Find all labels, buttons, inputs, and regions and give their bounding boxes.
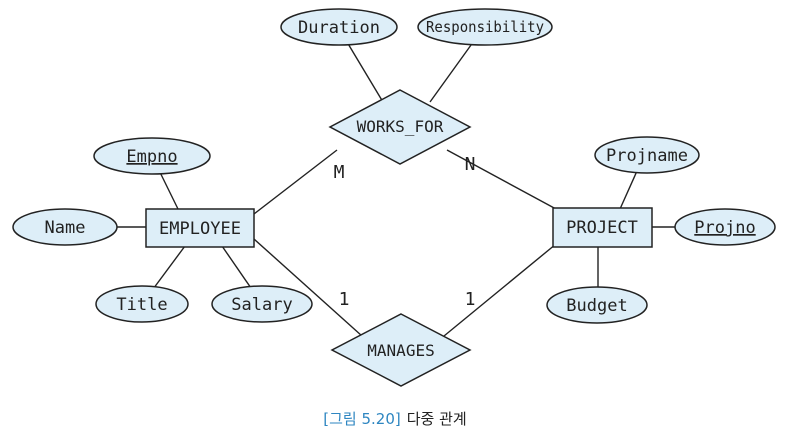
line-projname xyxy=(619,170,638,210)
figure-number: [그림 5.20] xyxy=(323,410,401,428)
attr-title: Title xyxy=(116,295,167,315)
relationship-works-for: WORKS_FOR xyxy=(328,89,472,165)
attr-budget: Budget xyxy=(566,296,627,316)
line-worksfor-project xyxy=(446,149,557,210)
project-label: PROJECT xyxy=(566,218,638,238)
line-employee-worksfor xyxy=(253,149,338,215)
figure-title: 다중 관계 xyxy=(406,410,467,428)
card-works-for-project: N xyxy=(465,154,476,175)
attr-projname: Projname xyxy=(606,146,688,166)
er-diagram: WORKS_FOR MANAGES EMPLOYEE PROJECT Durat… xyxy=(12,8,776,387)
entity-project: PROJECT xyxy=(552,207,653,248)
attr-empno: Empno xyxy=(126,147,177,167)
card-manages-project: 1 xyxy=(465,289,476,310)
manages-label: MANAGES xyxy=(367,341,434,360)
entity-employee: EMPLOYEE xyxy=(145,208,255,248)
figure-caption: [그림 5.20] 다중 관계 xyxy=(0,408,790,429)
line-manages-project xyxy=(443,243,557,337)
card-works-for-employee: M xyxy=(334,162,345,183)
cardinality-labels: M N 1 1 xyxy=(334,154,476,310)
attr-projno: Projno xyxy=(694,218,755,238)
card-manages-employee: 1 xyxy=(339,289,350,310)
relationship-manages: MANAGES xyxy=(330,313,472,387)
employee-label: EMPLOYEE xyxy=(159,219,241,239)
attr-responsibility: Responsibility xyxy=(426,18,544,36)
works-for-label: WORKS_FOR xyxy=(357,117,444,136)
attr-salary: Salary xyxy=(231,295,292,315)
attr-duration: Duration xyxy=(298,18,380,38)
attr-name: Name xyxy=(45,218,86,238)
